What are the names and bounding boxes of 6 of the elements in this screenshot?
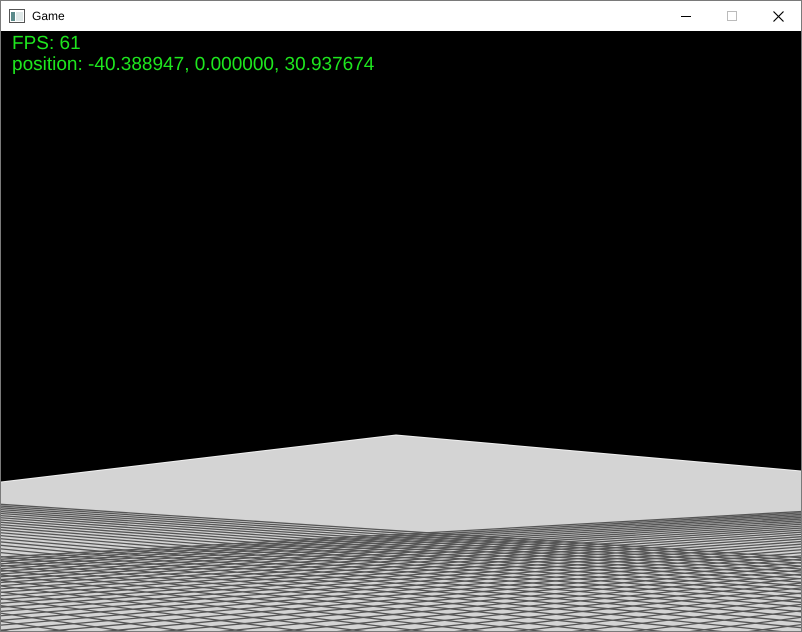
hud-text: position: -40.388947, 0.000000, 30.937674	[12, 54, 374, 75]
window-app-icon	[9, 9, 25, 23]
close-icon	[772, 10, 784, 22]
hud-text: FPS: 61	[12, 33, 82, 54]
window-title: Game	[32, 8, 65, 25]
maximize-icon	[727, 11, 737, 21]
